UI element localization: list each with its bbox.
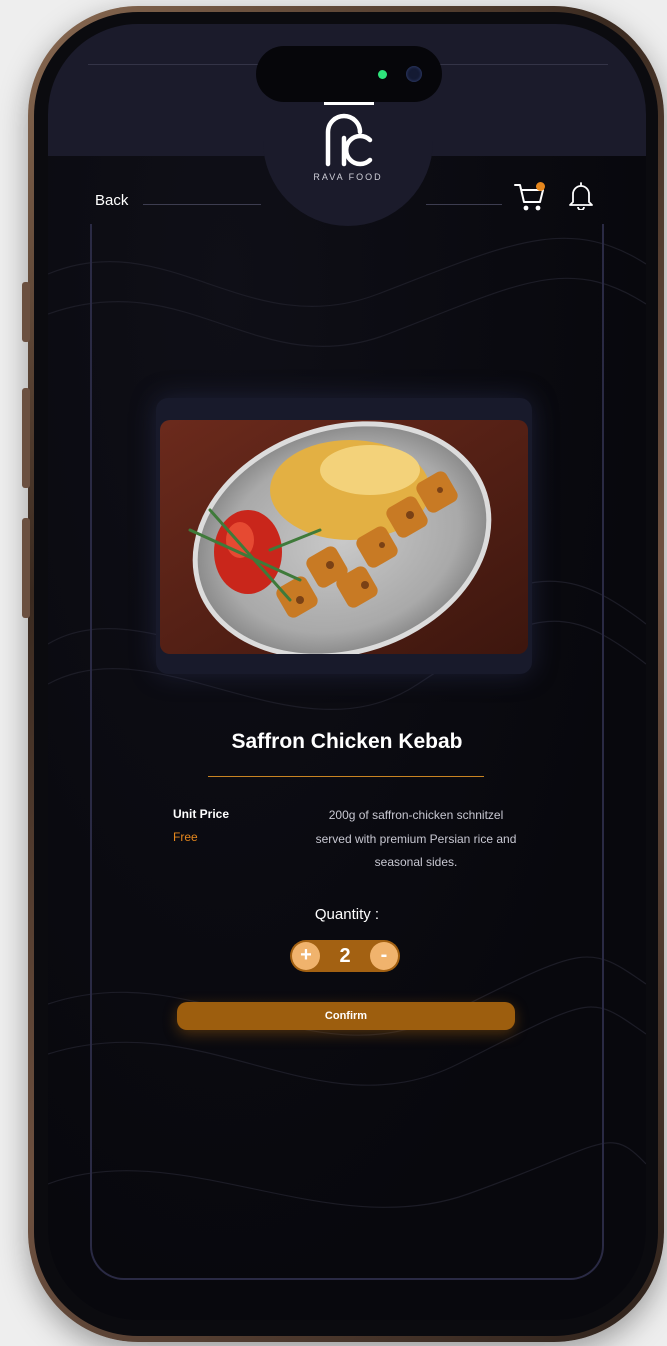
phone-side-button bbox=[22, 518, 30, 618]
logo-bar bbox=[324, 102, 374, 105]
unit-price-label: Unit Price bbox=[173, 807, 230, 821]
logo-icon bbox=[325, 113, 373, 167]
confirm-button[interactable]: Confirm bbox=[177, 1002, 515, 1030]
bell-icon[interactable] bbox=[568, 180, 594, 210]
unit-price-value: Free bbox=[173, 830, 198, 844]
app-screen: RAVA FOOD Back Saffron Chicken Kebab Uni… bbox=[48, 24, 646, 1320]
camera-lens-icon bbox=[406, 66, 422, 82]
phone-side-button bbox=[22, 282, 30, 342]
increment-button[interactable]: + bbox=[292, 942, 320, 970]
quantity-label: Quantity : bbox=[314, 906, 380, 923]
cart-badge bbox=[536, 182, 545, 191]
nav-divider bbox=[143, 204, 261, 205]
product-title: Saffron Chicken Kebab bbox=[231, 730, 463, 753]
logo-text: RAVA FOOD bbox=[313, 172, 383, 182]
dynamic-island bbox=[256, 46, 442, 102]
product-description: 200g of saffron-chicken schnitzel served… bbox=[315, 808, 517, 869]
quantity-stepper: + 2 - bbox=[290, 940, 400, 972]
food-photo bbox=[160, 420, 528, 654]
product-image-card bbox=[156, 398, 532, 674]
title-underline bbox=[208, 776, 484, 777]
quantity-value: 2 bbox=[339, 945, 351, 967]
back-button[interactable]: Back bbox=[95, 192, 128, 209]
camera-indicator-icon bbox=[378, 70, 387, 79]
phone-side-button bbox=[22, 388, 30, 488]
nav-divider bbox=[426, 204, 502, 205]
decrement-button[interactable]: - bbox=[370, 942, 398, 970]
